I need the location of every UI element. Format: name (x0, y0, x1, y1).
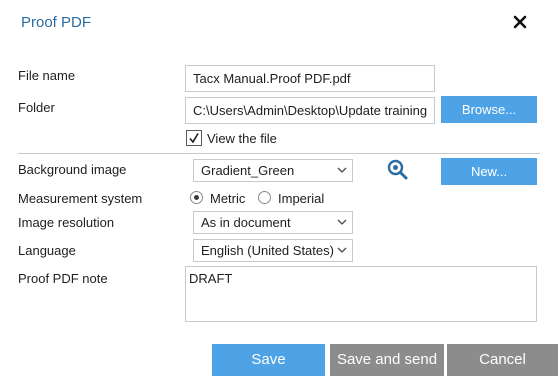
magnifier-icon[interactable] (386, 158, 410, 182)
chevron-down-icon (337, 247, 347, 253)
background-image-label: Background image (18, 162, 127, 177)
image-resolution-select[interactable]: As in document (193, 211, 353, 234)
save-button[interactable]: Save (212, 344, 325, 376)
new-background-button[interactable]: New... (441, 158, 537, 185)
measurement-system-label: Measurement system (18, 191, 143, 206)
chevron-down-icon (337, 219, 347, 225)
proof-note-textarea[interactable]: DRAFT (185, 266, 537, 322)
image-resolution-label: Image resolution (18, 215, 115, 230)
folder-input[interactable]: C:\Users\Admin\Desktop\Update training (185, 97, 435, 124)
view-file-label[interactable]: View the file (207, 131, 277, 146)
view-file-checkbox[interactable] (186, 130, 202, 146)
metric-label[interactable]: Metric (210, 191, 245, 206)
imperial-radio[interactable] (258, 191, 271, 204)
radio-selected-dot (194, 195, 199, 200)
language-select[interactable]: English (United States) (193, 239, 353, 262)
image-resolution-value: As in document (201, 215, 291, 230)
close-icon[interactable] (512, 14, 528, 30)
section-divider (18, 153, 540, 154)
file-name-label: File name (18, 68, 76, 83)
dialog-title: Proof PDF (21, 14, 92, 31)
language-label: Language (18, 243, 76, 258)
browse-button[interactable]: Browse... (441, 96, 537, 123)
chevron-down-icon (337, 167, 347, 173)
checkmark-icon (189, 133, 199, 144)
file-name-input[interactable]: Tacx Manual.Proof PDF.pdf (185, 65, 435, 92)
background-image-select[interactable]: Gradient_Green (193, 159, 353, 182)
imperial-label[interactable]: Imperial (278, 191, 324, 206)
save-and-send-button[interactable]: Save and send (330, 344, 444, 376)
cancel-button[interactable]: Cancel (447, 344, 558, 376)
language-value: English (United States) (201, 243, 334, 258)
metric-radio[interactable] (190, 191, 203, 204)
folder-label: Folder (18, 100, 55, 115)
background-image-value: Gradient_Green (201, 163, 295, 178)
proof-note-label: Proof PDF note (18, 271, 108, 286)
